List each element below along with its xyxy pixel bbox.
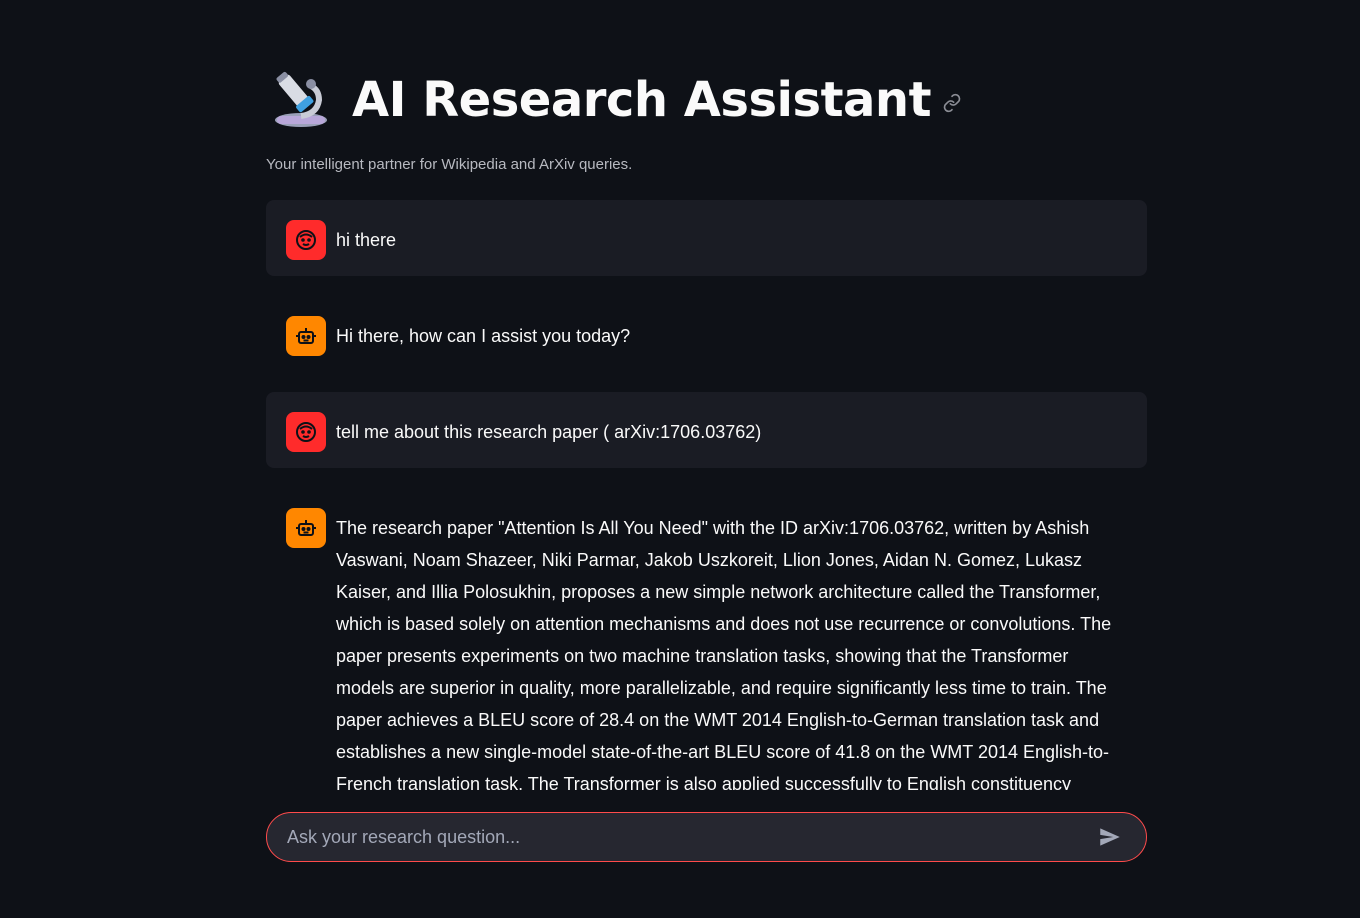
page-subtitle: Your intelligent partner for Wikipedia a… (266, 156, 633, 173)
microscope-icon (270, 69, 332, 131)
main-container: AI Research Assistant Your intelligent p… (266, 0, 1147, 918)
message-text: Hi there, how can I assist you today? (336, 326, 631, 346)
user-avatar-icon (286, 220, 326, 260)
robot-avatar-icon (286, 316, 326, 356)
chat-message-assistant: Hi there, how can I assist you today? (266, 296, 1147, 372)
send-icon (1100, 828, 1120, 846)
message-text: hi there (336, 230, 397, 250)
robot-avatar-icon (286, 508, 326, 548)
chat-input[interactable] (287, 826, 1094, 848)
chat-message-user: tell me about this research paper ( arXi… (266, 392, 1147, 468)
link-icon[interactable] (941, 92, 963, 114)
chat-history: hi there Hi there, how can I assist you … (266, 200, 1147, 790)
message-text: The research paper "Attention Is All You… (336, 518, 1112, 790)
page-title: AI Research Assistant (352, 72, 932, 128)
chat-message-user: hi there (266, 200, 1147, 276)
message-text: tell me about this research paper ( arXi… (336, 422, 762, 442)
send-button[interactable] (1094, 821, 1126, 853)
user-avatar-icon (286, 412, 326, 452)
chat-input-container (266, 812, 1147, 862)
title-row: AI Research Assistant (270, 64, 963, 136)
chat-message-assistant: The research paper "Attention Is All You… (266, 488, 1147, 790)
